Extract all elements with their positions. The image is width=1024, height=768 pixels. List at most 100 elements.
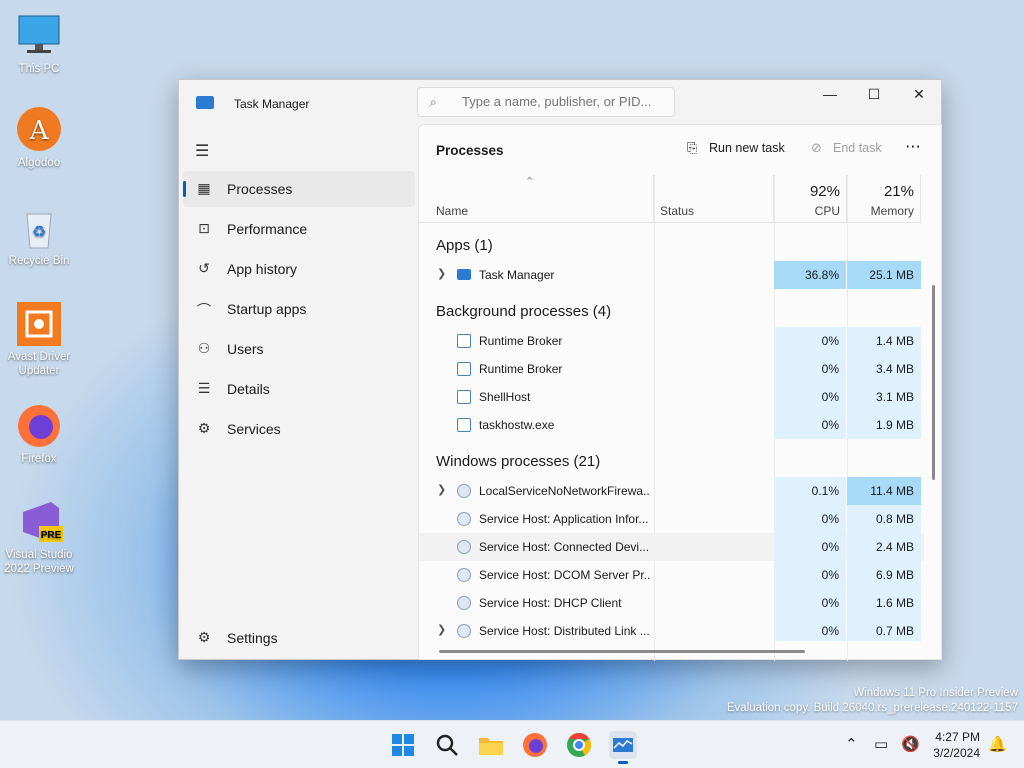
table-row[interactable]: Service Host: Connected Devi... 0% 2.4 M… bbox=[419, 533, 924, 561]
table-row[interactable]: Service Host: Application Infor... 0% 0.… bbox=[419, 505, 924, 533]
table-row[interactable]: Runtime Broker 0% 1.4 MB bbox=[419, 327, 924, 355]
hamburger-menu-icon[interactable]: ☰ bbox=[195, 141, 209, 161]
start-button[interactable] bbox=[389, 731, 417, 759]
desktop-icon-label: This PC bbox=[18, 63, 60, 75]
sidebar-item-details[interactable]: ☰ Details bbox=[183, 371, 415, 407]
desktop-icon-this-pc[interactable]: This PC bbox=[2, 12, 76, 76]
window-title: Task Manager bbox=[234, 97, 310, 111]
desktop-icon-firefox[interactable]: Firefox bbox=[2, 402, 76, 466]
run-new-task-button[interactable]: ⎘ Run new task bbox=[687, 140, 785, 156]
table-row[interactable]: Runtime Broker 0% 3.4 MB bbox=[419, 355, 924, 383]
minimize-button[interactable]: — bbox=[807, 80, 853, 110]
table-row[interactable]: Service Host: DCOM Server Pr... 0% 6.9 M… bbox=[419, 561, 924, 589]
chevron-right-icon[interactable]: ❯ bbox=[437, 483, 446, 496]
desktop-icon-algodoo[interactable]: A Algodoo bbox=[2, 106, 76, 170]
table-row[interactable]: ❯ Task Manager 36.8% 25.1 MB bbox=[419, 261, 924, 289]
svg-text:PRE: PRE bbox=[41, 530, 62, 541]
table-row[interactable]: ❯ LocalServiceNoNetworkFirewa... 0.1% 11… bbox=[419, 477, 924, 505]
file-explorer-button[interactable] bbox=[477, 731, 505, 759]
sidebar-item-settings[interactable]: ⚙ Settings bbox=[183, 620, 415, 656]
desktop-icon-label: Algodoo bbox=[17, 157, 61, 169]
network-icon[interactable]: ▭ bbox=[874, 735, 888, 753]
memory-value: 11.4 MB bbox=[847, 477, 921, 505]
sidebar-item-users[interactable]: ⚇ Users bbox=[183, 331, 415, 367]
memory-value: 3.4 MB bbox=[847, 355, 921, 383]
desktop-icon-label: Firefox bbox=[21, 453, 57, 465]
table-row[interactable]: ShellHost 0% 3.1 MB bbox=[419, 383, 924, 411]
algodoo-icon: A bbox=[15, 106, 63, 154]
cpu-value: 0% bbox=[774, 411, 846, 439]
cpu-value: 0% bbox=[774, 589, 846, 617]
memory-value: 1.4 MB bbox=[847, 327, 921, 355]
column-header-memory[interactable]: 21% Memory bbox=[847, 175, 921, 223]
process-name: Service Host: DHCP Client bbox=[479, 596, 622, 610]
column-label: Memory bbox=[870, 204, 914, 218]
sidebar-item-processes[interactable]: ▦ Processes bbox=[183, 171, 415, 207]
sidebar-item-startup-apps[interactable]: ⌒ Startup apps bbox=[183, 291, 415, 327]
process-list: Apps (1) ❯ Task Manager 36.8% 25.1 MB Ba… bbox=[419, 223, 924, 641]
notification-bell-icon[interactable]: 🔔 bbox=[988, 735, 1007, 753]
firefox-icon bbox=[15, 402, 63, 450]
search-button[interactable] bbox=[433, 731, 461, 759]
task-manager-icon bbox=[457, 269, 471, 280]
cpu-value: 0% bbox=[774, 505, 846, 533]
task-manager-taskbar-button[interactable] bbox=[609, 731, 637, 764]
system-clock[interactable]: 4:27 PM 3/2/2024 bbox=[933, 729, 980, 761]
show-hidden-icons-chevron-icon[interactable]: ⌃ bbox=[845, 735, 858, 753]
group-header-apps: Apps (1) bbox=[436, 237, 493, 254]
desktop-icon-label: Avast Driver Updater bbox=[7, 351, 71, 377]
group-header-background: Background processes (4) bbox=[436, 303, 612, 320]
search-input[interactable] bbox=[462, 94, 667, 109]
horizontal-scrollbar[interactable] bbox=[439, 650, 805, 653]
desktop-icon-visual-studio[interactable]: PRE Visual Studio 2022 Preview bbox=[2, 498, 76, 576]
column-header-status[interactable]: Status bbox=[654, 175, 774, 223]
task-manager-window: Task Manager ⌕ — ☐ ✕ ☰ ▦ Processes ⊡ Per… bbox=[178, 79, 942, 661]
visual-studio-icon: PRE bbox=[15, 498, 63, 546]
chrome-taskbar-button[interactable] bbox=[565, 731, 593, 759]
table-row[interactable]: Service Host: DHCP Client 0% 1.6 MB bbox=[419, 589, 924, 617]
chevron-right-icon[interactable]: ❯ bbox=[437, 267, 446, 280]
sidebar-item-label: Processes bbox=[227, 181, 293, 197]
cpu-value: 0% bbox=[774, 533, 846, 561]
memory-value: 0.7 MB bbox=[847, 617, 921, 641]
firefox-taskbar-button[interactable] bbox=[521, 731, 549, 759]
title-bar[interactable]: Task Manager ⌕ — ☐ ✕ bbox=[179, 80, 941, 125]
end-task-button[interactable]: ⊘ End task bbox=[811, 140, 882, 156]
more-options-button[interactable]: ··· bbox=[906, 140, 922, 154]
run-task-icon: ⎘ bbox=[687, 140, 698, 155]
memory-value: 0.8 MB bbox=[847, 505, 921, 533]
sidebar-item-label: Settings bbox=[227, 630, 278, 646]
cpu-total: 92% bbox=[809, 183, 840, 200]
performance-icon: ⊡ bbox=[198, 220, 210, 236]
gear-icon: ⚙ bbox=[197, 629, 211, 645]
memory-value: 2.4 MB bbox=[847, 533, 921, 561]
sidebar-item-performance[interactable]: ⊡ Performance bbox=[183, 211, 415, 247]
desktop-icon-recycle-bin[interactable]: ♻ Recycle Bin bbox=[2, 204, 76, 268]
processes-panel: Processes ⎘ Run new task ⊘ End task ··· ⌃ … bbox=[418, 124, 942, 661]
column-header-name[interactable]: ⌃ Name bbox=[419, 175, 654, 223]
chevron-right-icon[interactable]: ❯ bbox=[437, 623, 446, 636]
clock-date: 3/2/2024 bbox=[933, 746, 980, 760]
search-box[interactable]: ⌕ bbox=[417, 87, 675, 117]
desktop-icon-avast[interactable]: Avast Driver Updater bbox=[2, 300, 76, 378]
table-row[interactable]: ❯ Service Host: Distributed Link ... 0% … bbox=[419, 617, 924, 641]
table-row[interactable]: taskhostw.exe 0% 1.9 MB bbox=[419, 411, 924, 439]
search-icon bbox=[436, 734, 458, 756]
task-manager-icon bbox=[196, 96, 214, 109]
details-icon: ☰ bbox=[197, 380, 211, 396]
column-header-cpu[interactable]: 92% CPU bbox=[774, 175, 847, 223]
service-gear-icon bbox=[457, 624, 471, 638]
sidebar-item-label: Startup apps bbox=[227, 301, 307, 317]
close-button[interactable]: ✕ bbox=[896, 80, 942, 110]
startup-icon: ⌒ bbox=[197, 302, 211, 318]
sidebar: ☰ ▦ Processes ⊡ Performance ↺ App histor… bbox=[179, 125, 417, 660]
volume-muted-icon[interactable]: 🔇 bbox=[901, 735, 920, 753]
svg-text:A: A bbox=[29, 116, 50, 146]
command-bar: Processes ⎘ Run new task ⊘ End task ··· bbox=[419, 125, 941, 175]
process-name: Service Host: DCOM Server Pr... bbox=[479, 568, 651, 582]
vertical-scrollbar[interactable] bbox=[932, 285, 935, 480]
sidebar-item-app-history[interactable]: ↺ App history bbox=[183, 251, 415, 287]
processes-icon: ▦ bbox=[197, 180, 211, 196]
sidebar-item-services[interactable]: ⚙ Services bbox=[183, 411, 415, 447]
maximize-button[interactable]: ☐ bbox=[851, 80, 897, 110]
